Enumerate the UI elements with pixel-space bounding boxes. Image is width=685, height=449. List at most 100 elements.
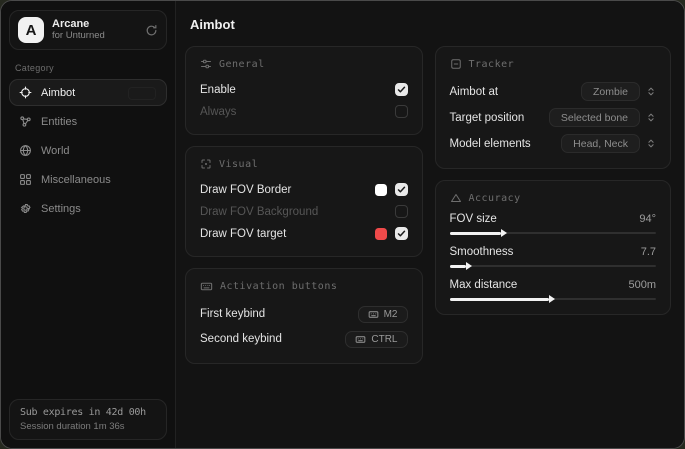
setting-label: Draw FOV target — [200, 228, 286, 240]
keybind-value: M2 — [384, 309, 398, 320]
dropdown-value: Zombie — [581, 82, 640, 101]
arcane-window: A Arcane for Unturned Category Aimbot — [0, 0, 685, 449]
triangle-icon — [450, 192, 462, 204]
sidebar-item-label: World — [41, 145, 70, 157]
slider-label: Smoothness — [450, 246, 514, 258]
setting-label: Model elements — [450, 138, 531, 150]
nodes-icon — [19, 115, 32, 128]
slider-value: 7.7 — [641, 246, 656, 258]
second-keybind-button[interactable]: CTRL — [345, 331, 407, 348]
app-meta: Arcane for Unturned — [52, 18, 137, 42]
dropdown-value: Head, Neck — [561, 134, 640, 153]
sidebar-item-label: Entities — [41, 116, 77, 128]
screenshot: A Arcane for Unturned Category Aimbot — [0, 0, 685, 449]
setting-row-second-keybind: Second keybind CTRL — [200, 327, 408, 351]
sidebar-item-label: Miscellaneous — [41, 174, 111, 186]
setting-label: Always — [200, 106, 236, 118]
fov-border-checkbox[interactable] — [395, 183, 408, 196]
slider-label: Max distance — [450, 279, 518, 291]
keyboard-icon — [355, 334, 366, 345]
category-label: Category — [15, 63, 167, 73]
smoothness-slider[interactable] — [450, 265, 657, 267]
card-title: Visual — [219, 159, 258, 170]
slider-fill[interactable] — [450, 265, 467, 268]
general-card: General Enable Always — [185, 46, 423, 135]
color-swatch-white[interactable] — [375, 184, 387, 196]
max-distance-slider[interactable] — [450, 298, 657, 300]
app-header: A Arcane for Unturned — [9, 10, 167, 50]
subscription-info: Sub expires in 42d 00h Session duration … — [9, 399, 167, 440]
setting-row-fov-background: Draw FOV Background — [200, 201, 408, 222]
visual-card: Visual Draw FOV Border Draw FOV Backgrou… — [185, 146, 423, 257]
target-box-icon — [450, 58, 462, 70]
chevron-updown-icon — [646, 138, 656, 149]
card-title: Tracker — [469, 59, 515, 70]
enable-checkbox[interactable] — [395, 83, 408, 96]
setting-label: First keybind — [200, 308, 265, 320]
crosshair-icon — [19, 86, 32, 99]
setting-row-always: Always — [200, 101, 408, 122]
slider-value: 500m — [628, 279, 656, 291]
sidebar-item-world[interactable]: World — [9, 137, 167, 164]
sidebar-item-aimbot[interactable]: Aimbot — [9, 79, 167, 106]
aimbot-at-dropdown[interactable]: Zombie — [581, 82, 656, 101]
slider-label: FOV size — [450, 213, 497, 225]
fov-background-checkbox[interactable] — [395, 205, 408, 218]
setting-label: Second keybind — [200, 333, 282, 345]
chevron-updown-icon — [646, 86, 656, 97]
setting-row-target-position: Target position Selected bone — [450, 105, 657, 130]
sub-expiry-text: Sub expires in 42d 00h — [20, 407, 156, 418]
gear-icon — [19, 202, 32, 215]
keyboard-icon — [200, 280, 213, 293]
color-swatch-red[interactable] — [375, 228, 387, 240]
logo-letter: A — [26, 22, 37, 39]
accuracy-card: Accuracy FOV size 94° Smoothness — [435, 180, 672, 315]
chevron-updown-icon — [646, 112, 656, 123]
model-elements-dropdown[interactable]: Head, Neck — [561, 134, 656, 153]
setting-row-model-elements: Model elements Head, Neck — [450, 131, 657, 156]
slider-fill[interactable] — [450, 232, 502, 235]
sidebar: A Arcane for Unturned Category Aimbot — [1, 1, 176, 448]
app-name: Arcane — [52, 18, 137, 31]
setting-label: Draw FOV Background — [200, 206, 318, 218]
faint-badge — [128, 87, 156, 100]
max-distance-slider-group: Max distance 500m — [450, 279, 657, 300]
sidebar-item-miscellaneous[interactable]: Miscellaneous — [9, 166, 167, 193]
fov-size-slider[interactable] — [450, 232, 657, 234]
focus-icon — [200, 158, 212, 170]
setting-label: Target position — [450, 112, 525, 124]
sidebar-item-label: Aimbot — [41, 87, 75, 99]
setting-row-aimbot-at: Aimbot at Zombie — [450, 79, 657, 104]
slider-fill[interactable] — [450, 298, 549, 301]
globe-icon — [19, 144, 32, 157]
sidebar-item-entities[interactable]: Entities — [9, 108, 167, 135]
card-title: Accuracy — [469, 193, 521, 204]
app-subtitle: for Unturned — [52, 31, 137, 42]
dropdown-value: Selected bone — [549, 108, 640, 127]
refresh-icon[interactable] — [145, 24, 158, 37]
sliders-icon — [200, 58, 212, 70]
always-checkbox[interactable] — [395, 105, 408, 118]
main-content: Aimbot General Enable — [176, 1, 684, 448]
fov-size-slider-group: FOV size 94° — [450, 213, 657, 234]
session-duration-text: Session duration 1m 36s — [20, 421, 156, 432]
sidebar-item-settings[interactable]: Settings — [9, 195, 167, 222]
fov-target-checkbox[interactable] — [395, 227, 408, 240]
smoothness-slider-group: Smoothness 7.7 — [450, 246, 657, 267]
target-position-dropdown[interactable]: Selected bone — [549, 108, 656, 127]
first-keybind-button[interactable]: M2 — [358, 306, 408, 323]
setting-row-fov-border: Draw FOV Border — [200, 179, 408, 200]
grid-icon — [19, 173, 32, 186]
keyboard-icon — [368, 309, 379, 320]
setting-label: Enable — [200, 84, 236, 96]
setting-label: Draw FOV Border — [200, 184, 291, 196]
left-column: General Enable Always — [185, 46, 423, 364]
right-column: Tracker Aimbot at Zombie Target position — [435, 46, 672, 364]
setting-label: Aimbot at — [450, 86, 499, 98]
app-logo: A — [18, 17, 44, 43]
setting-row-enable: Enable — [200, 79, 408, 100]
card-title: Activation buttons — [220, 281, 337, 292]
setting-row-fov-target: Draw FOV target — [200, 223, 408, 244]
sidebar-item-label: Settings — [41, 203, 81, 215]
slider-value: 94° — [639, 213, 656, 225]
